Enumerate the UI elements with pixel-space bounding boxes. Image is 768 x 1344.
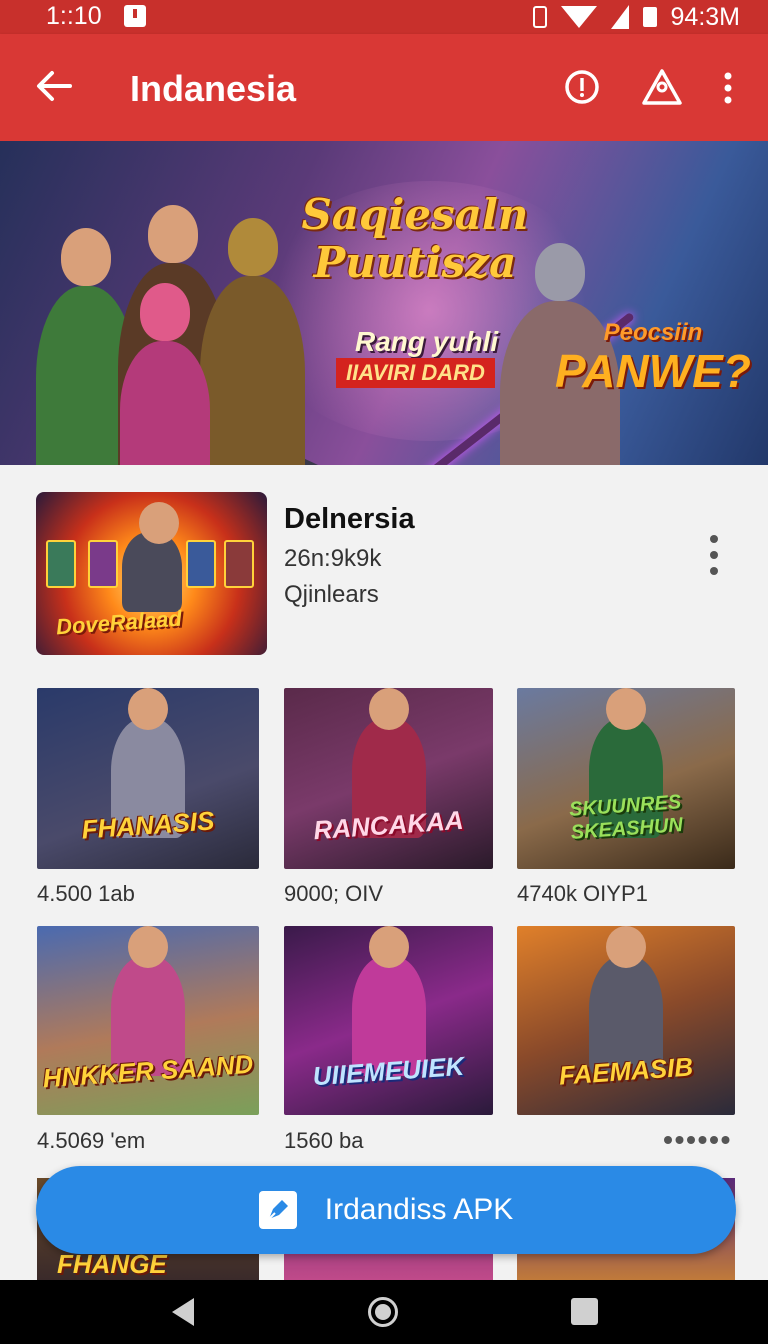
tile-caption: 4740k OIYP1 (517, 881, 648, 906)
install-pen-icon (258, 1191, 297, 1229)
nav-recents-icon[interactable] (571, 1298, 598, 1325)
featured-size: 26n:9k9k (284, 545, 382, 572)
banner-promo-top: Peocsiin (603, 319, 703, 346)
nav-home-icon[interactable] (368, 1297, 398, 1327)
signal-icon (610, 5, 629, 29)
battery-text: 94:3M (670, 2, 740, 31)
tile-title: FAEMASIB (557, 1051, 695, 1091)
page-title: Indanesia (130, 68, 297, 109)
banner-promo-main: PANWE? (555, 345, 751, 397)
tile-title: FHANASIS (80, 805, 216, 845)
vibrate-icon (532, 6, 547, 28)
featured-thumbnail[interactable]: DoveRalaad (36, 492, 267, 655)
tile-caption: 1560 ba (284, 1128, 364, 1153)
banner-title-line2: Puutisza (313, 238, 517, 287)
game-tile[interactable]: UIIEMEUIEK (284, 926, 493, 1115)
banner-title: Saqiesaln Puutisza (300, 191, 530, 287)
featured-app[interactable]: DoveRalaad Delnersia 26n:9k9k Qjinlears (0, 465, 768, 675)
tile-title: UIIEMEUIEK (311, 1050, 466, 1092)
game-tile[interactable]: SKUUNRES SKEASHUN (517, 688, 735, 869)
tile-title: SKUUNRES SKEASHUN (568, 791, 684, 844)
status-icons: 94:3M (532, 0, 740, 34)
status-time: 1::10 (46, 2, 102, 30)
featured-status: Qjinlears (284, 581, 379, 608)
banner-promo: Peocsiin PANWE? (555, 319, 751, 395)
featured-thumb-label: DoveRalaad (55, 605, 183, 640)
banner-subtitle: Rang yuhli (355, 326, 499, 357)
card-art (46, 540, 76, 588)
more-options-icon[interactable] (704, 531, 724, 579)
game-tile[interactable]: HNKKER SAAND (37, 926, 259, 1115)
banner-tag: IIAVIRI DARD (336, 358, 495, 388)
banner-character (200, 218, 305, 465)
featured-character (121, 502, 182, 612)
tile-caption: 4.500 1ab (37, 881, 135, 906)
banner-character (120, 283, 210, 465)
game-tile[interactable]: FAEMASIB (517, 926, 735, 1115)
banner-title-line1: Saqiesaln (301, 190, 529, 239)
more-dots-icon[interactable] (663, 1134, 731, 1146)
back-arrow-icon[interactable] (34, 66, 74, 106)
tile-title: RANCAKAA (312, 804, 465, 846)
card-art (88, 540, 118, 588)
tile-title: HNKKER SAAND (41, 1048, 255, 1094)
game-tile[interactable]: RANCAKAA (284, 688, 493, 869)
card-art (186, 540, 216, 588)
tile-caption: 4.5069 'em (37, 1128, 146, 1153)
tile-caption: 9000; OIV (284, 881, 384, 906)
system-nav-bar (0, 1280, 768, 1344)
install-button-label: Irdandiss APK (324, 1193, 514, 1226)
more-options-icon[interactable] (718, 70, 738, 106)
info-icon[interactable] (564, 69, 600, 105)
hero-banner[interactable]: Saqiesaln Puutisza Rang yuhli IIAVIRI DA… (0, 141, 768, 465)
featured-name[interactable]: Delnersia (284, 503, 415, 536)
battery-icon (642, 7, 657, 27)
notification-icon (124, 5, 146, 27)
nav-back-icon[interactable] (172, 1298, 194, 1326)
card-art (224, 540, 254, 588)
status-bar: 1::10 94:3M (0, 0, 768, 34)
install-apk-button[interactable]: Irdandiss APK (36, 1166, 736, 1254)
app-bar: Indanesia (0, 34, 768, 141)
profile-icon[interactable] (640, 67, 684, 107)
wifi-icon (560, 6, 597, 28)
game-tile[interactable]: FHANASIS (37, 688, 259, 869)
